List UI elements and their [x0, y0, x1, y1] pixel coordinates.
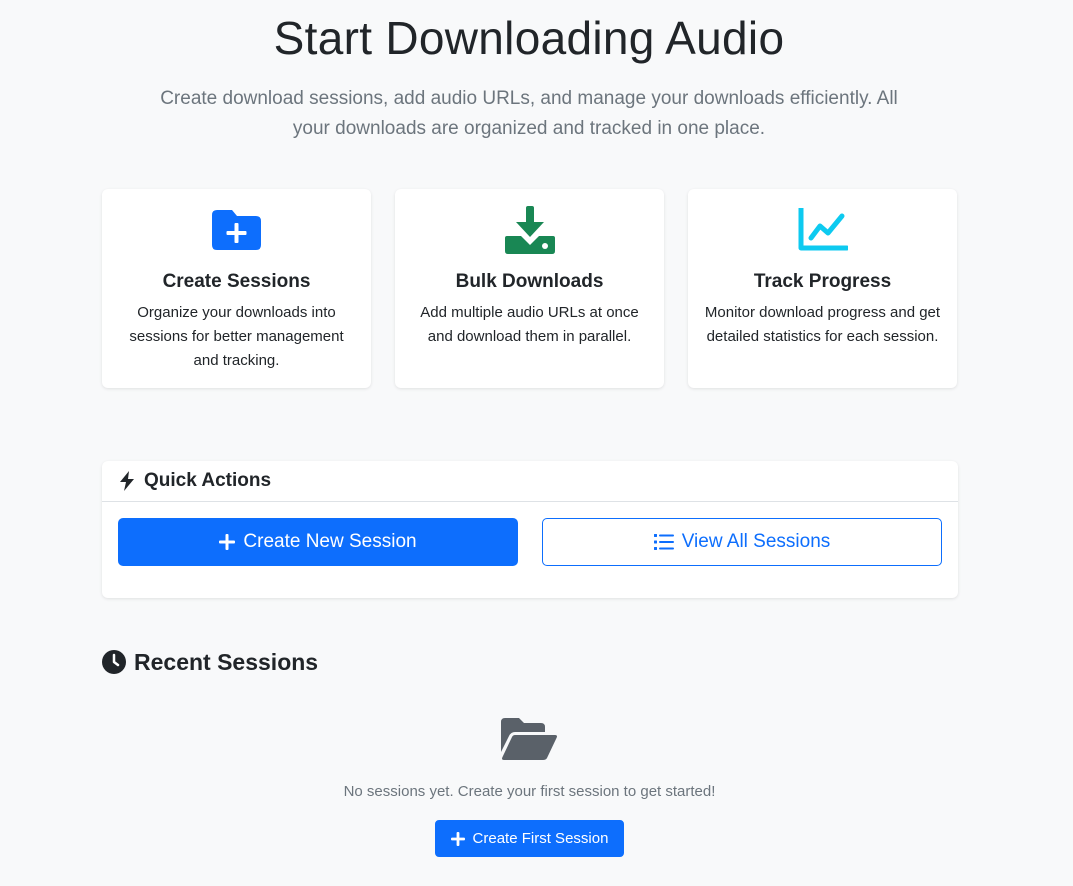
quick-actions-title: Quick Actions	[144, 470, 272, 491]
create-new-session-button[interactable]: Create New Session	[118, 518, 518, 566]
feature-title: Bulk Downloads	[455, 271, 604, 292]
feature-title: Create Sessions	[162, 271, 311, 292]
feature-title: Track Progress	[753, 271, 892, 292]
folder-plus-icon	[102, 205, 371, 255]
feature-description: Organize your downloads into sessions fo…	[129, 304, 344, 369]
create-new-session-label: Create New Session	[243, 531, 417, 552]
page-lead: Create download sessions, add audio URLs…	[160, 88, 898, 139]
quick-actions-header: Quick Actions	[102, 461, 958, 502]
list-icon	[653, 534, 682, 550]
folder-open-icon	[501, 717, 557, 761]
bolt-icon	[118, 471, 144, 491]
feature-card-create-sessions: Create Sessions Organize your downloads …	[102, 189, 371, 388]
feature-card-track-progress: Track Progress Monitor download progress…	[688, 189, 957, 388]
clock-icon	[102, 650, 134, 674]
download-icon	[395, 205, 664, 255]
plus-icon	[450, 831, 473, 846]
view-all-sessions-label: View All Sessions	[681, 531, 831, 552]
empty-state-text: No sessions yet. Create your first sessi…	[343, 783, 716, 800]
chart-line-icon	[688, 205, 957, 255]
feature-description: Add multiple audio URLs at once and down…	[420, 304, 639, 345]
create-first-session-button[interactable]: Create First Session	[435, 820, 624, 857]
feature-description: Monitor download progress and get detail…	[704, 304, 941, 345]
feature-card-bulk-downloads: Bulk Downloads Add multiple audio URLs a…	[395, 189, 664, 388]
create-first-session-label: Create First Session	[472, 830, 609, 847]
view-all-sessions-button[interactable]: View All Sessions	[542, 518, 942, 566]
quick-actions-card: Quick Actions Create New Session View Al…	[102, 461, 958, 598]
recent-sessions-heading: Recent Sessions	[102, 648, 318, 676]
plus-icon	[219, 534, 243, 550]
recent-sessions-title: Recent Sessions	[134, 648, 319, 675]
page-title: Start Downloading Audio	[273, 12, 785, 64]
